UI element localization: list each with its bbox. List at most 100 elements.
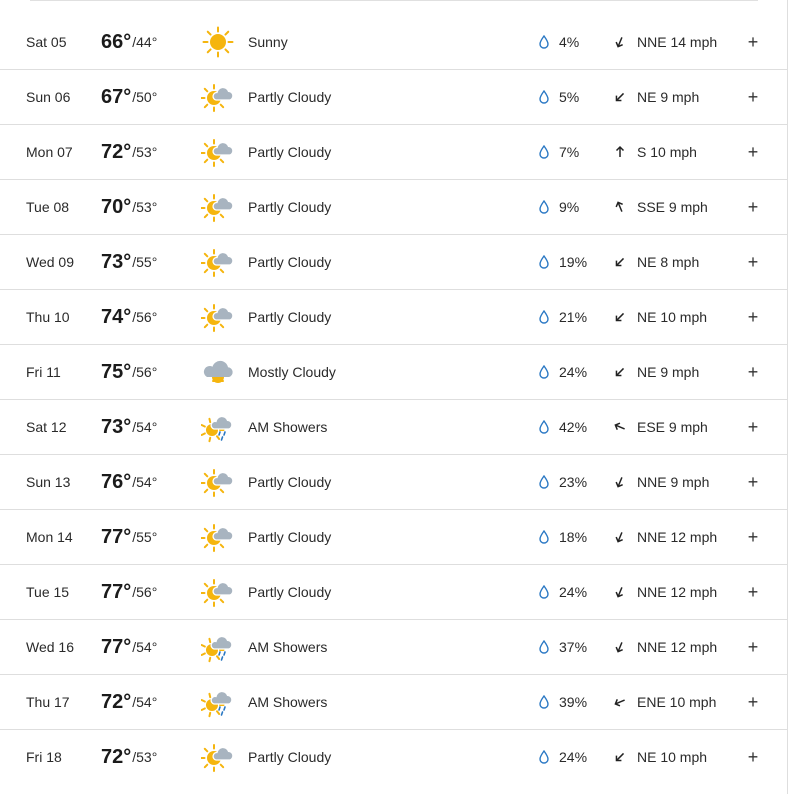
wind: NNE 12 mph bbox=[613, 620, 717, 674]
low-temp: /54° bbox=[132, 694, 157, 710]
expand-button[interactable]: + bbox=[745, 70, 761, 124]
day-label: Fri 18 bbox=[26, 749, 62, 765]
forecast-row[interactable]: Mon 14 77° /55° Partly Cloudy 18% NNE 12… bbox=[0, 510, 787, 565]
condition-label: Partly Cloudy bbox=[248, 254, 332, 270]
expand-button[interactable]: + bbox=[745, 730, 761, 784]
condition-icon-wrap bbox=[200, 455, 236, 509]
low-temp: /56° bbox=[132, 584, 157, 600]
expand-button[interactable]: + bbox=[745, 125, 761, 179]
day-label: Mon 14 bbox=[26, 529, 73, 545]
high-temp: 73° bbox=[101, 250, 132, 273]
precipitation: 9% bbox=[539, 180, 579, 234]
forecast-row[interactable]: Sat 12 73° /54° AM Showers 42% ESE 9 mph… bbox=[0, 400, 787, 455]
forecast-row[interactable]: Fri 18 72° /53° Partly Cloudy 24% NE 10 … bbox=[0, 730, 787, 784]
expand-button[interactable]: + bbox=[745, 15, 761, 69]
forecast-row[interactable]: Mon 07 72° /53° Partly Cloudy 7% S 10 mp… bbox=[0, 125, 787, 180]
forecast-row[interactable]: Thu 17 72° /54° AM Showers 39% ENE 10 mp… bbox=[0, 675, 787, 730]
day-label: Wed 09 bbox=[26, 254, 74, 270]
condition-label: Sunny bbox=[248, 34, 288, 50]
forecast-row[interactable]: Sun 06 67° /50° Partly Cloudy 5% NE 9 mp… bbox=[0, 70, 787, 125]
day-label: Mon 07 bbox=[26, 144, 73, 160]
condition-icon-wrap bbox=[200, 730, 236, 784]
precip-value: 23% bbox=[559, 474, 588, 490]
raindrop-icon bbox=[539, 35, 549, 49]
low-temp-value: 55° bbox=[136, 254, 158, 270]
wind-value: NE 9 mph bbox=[637, 89, 700, 105]
forecast-row[interactable]: Sat 05 66° /44° Sunny 4% NNE 14 mph + bbox=[0, 15, 787, 70]
am-showers-icon bbox=[201, 635, 233, 663]
wind-arrow-icon bbox=[615, 37, 623, 48]
wind: ENE 10 mph bbox=[613, 675, 716, 729]
temperature: 67° /50° bbox=[101, 70, 157, 124]
precip-value: 42% bbox=[559, 419, 588, 435]
precipitation: 23% bbox=[539, 455, 587, 509]
condition-icon-wrap bbox=[200, 180, 236, 234]
partly-cloudy-icon bbox=[201, 524, 234, 552]
condition-icon-wrap bbox=[200, 565, 236, 619]
forecast-list: Sat 05 66° /44° Sunny 4% NNE 14 mph + Su… bbox=[0, 15, 787, 784]
low-temp: /53° bbox=[132, 144, 157, 160]
expand-button[interactable]: + bbox=[745, 180, 761, 234]
raindrop-icon bbox=[539, 640, 549, 654]
forecast-row[interactable]: Wed 09 73° /55° Partly Cloudy 19% NE 8 m… bbox=[0, 235, 787, 290]
wind-arrow-icon bbox=[615, 532, 623, 543]
partly-cloudy-icon bbox=[201, 139, 234, 167]
expand-button[interactable]: + bbox=[745, 290, 761, 344]
low-temp: /55° bbox=[132, 254, 157, 270]
forecast-row[interactable]: Wed 16 77° /54° AM Showers 37% NNE 12 mp… bbox=[0, 620, 787, 675]
low-temp: /56° bbox=[132, 309, 157, 325]
forecast-row[interactable]: Tue 08 70° /53° Partly Cloudy 9% SSE 9 m… bbox=[0, 180, 787, 235]
wind: ESE 9 mph bbox=[613, 400, 708, 454]
expand-button[interactable]: + bbox=[745, 675, 761, 729]
temperature: 72° /53° bbox=[101, 730, 157, 784]
condition-icon-wrap bbox=[200, 345, 236, 399]
high-temp: 67° bbox=[101, 85, 132, 108]
raindrop-icon bbox=[539, 420, 549, 434]
forecast-row[interactable]: Sun 13 76° /54° Partly Cloudy 23% NNE 9 … bbox=[0, 455, 787, 510]
wind-value: NE 8 mph bbox=[637, 254, 700, 270]
condition-label: Partly Cloudy bbox=[248, 584, 332, 600]
expand-button[interactable]: + bbox=[745, 510, 761, 564]
condition-label: Partly Cloudy bbox=[248, 749, 332, 765]
wind-arrow-icon bbox=[615, 92, 625, 102]
condition-label: Partly Cloudy bbox=[248, 309, 332, 325]
high-temp: 77° bbox=[101, 580, 132, 603]
low-temp: /53° bbox=[132, 199, 157, 215]
expand-button[interactable]: + bbox=[745, 455, 761, 509]
condition-icon-wrap bbox=[200, 510, 236, 564]
precipitation: 4% bbox=[539, 15, 579, 69]
mostly-cloudy-icon bbox=[203, 360, 233, 383]
wind-arrow-icon bbox=[615, 312, 625, 322]
condition-label: AM Showers bbox=[248, 694, 328, 710]
forecast-row[interactable]: Tue 15 77° /56° Partly Cloudy 24% NNE 12… bbox=[0, 565, 787, 620]
low-temp-value: 56° bbox=[136, 364, 158, 380]
condition-icon-wrap bbox=[200, 400, 236, 454]
day-label: Wed 16 bbox=[26, 639, 74, 655]
expand-button[interactable]: + bbox=[745, 565, 761, 619]
wind-arrow-icon bbox=[614, 699, 625, 707]
raindrop-icon bbox=[539, 585, 549, 599]
low-temp: /53° bbox=[132, 749, 157, 765]
forecast-row[interactable]: Thu 10 74° /56° Partly Cloudy 21% NE 10 … bbox=[0, 290, 787, 345]
condition-icon-wrap bbox=[200, 675, 236, 729]
raindrop-icon bbox=[539, 475, 549, 489]
condition-label: Partly Cloudy bbox=[248, 529, 332, 545]
expand-button[interactable]: + bbox=[745, 235, 761, 289]
expand-button[interactable]: + bbox=[745, 345, 761, 399]
low-temp-value: 44° bbox=[136, 34, 158, 50]
forecast-row[interactable]: Fri 11 75° /56° Mostly Cloudy 24% NE 9 m… bbox=[0, 345, 787, 400]
high-temp: 70° bbox=[101, 195, 132, 218]
expand-button[interactable]: + bbox=[745, 400, 761, 454]
wind: NE 10 mph bbox=[613, 290, 707, 344]
low-temp-value: 53° bbox=[136, 199, 158, 215]
partly-cloudy-icon bbox=[201, 304, 234, 332]
precip-value: 24% bbox=[559, 364, 588, 380]
expand-button[interactable]: + bbox=[745, 620, 761, 674]
ten-day-forecast: Sat 05 66° /44° Sunny 4% NNE 14 mph + Su… bbox=[0, 0, 788, 794]
temperature: 75° /56° bbox=[101, 345, 157, 399]
precipitation: 42% bbox=[539, 400, 587, 454]
high-temp: 72° bbox=[101, 140, 132, 163]
precipitation: 7% bbox=[539, 125, 579, 179]
wind: SSE 9 mph bbox=[613, 180, 708, 234]
precip-value: 21% bbox=[559, 309, 588, 325]
